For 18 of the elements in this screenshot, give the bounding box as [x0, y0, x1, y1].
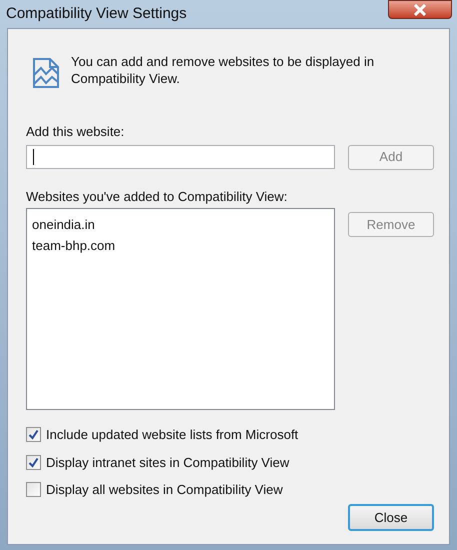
website-list[interactable]: oneindia.in team-bhp.com [26, 208, 335, 410]
website-item[interactable]: oneindia.in [31, 214, 96, 235]
document-chart-icon [32, 57, 60, 89]
website-input[interactable] [26, 145, 335, 169]
website-item[interactable]: team-bhp.com [31, 235, 116, 256]
option-label: Display all websites in Compatibility View [46, 481, 283, 499]
checkbox[interactable] [26, 427, 41, 442]
close-icon [413, 4, 427, 16]
checkbox[interactable] [26, 482, 41, 498]
checkbox[interactable] [26, 454, 41, 470]
field-label: Add this website: [26, 123, 124, 141]
list-label: Websites you've added to Compatibility View: [26, 188, 288, 206]
window-title: Compatibility View Settings [6, 4, 187, 24]
option-label: Display intranet sites in Compatibility View [46, 454, 290, 472]
close-button[interactable]: Close [348, 504, 434, 531]
intro-text: You can add and remove websites to be displayed in Compatibility View. [71, 53, 376, 87]
option-label: Include updated website lists from Microsoft [46, 426, 298, 444]
close-window-button[interactable] [388, 0, 452, 19]
